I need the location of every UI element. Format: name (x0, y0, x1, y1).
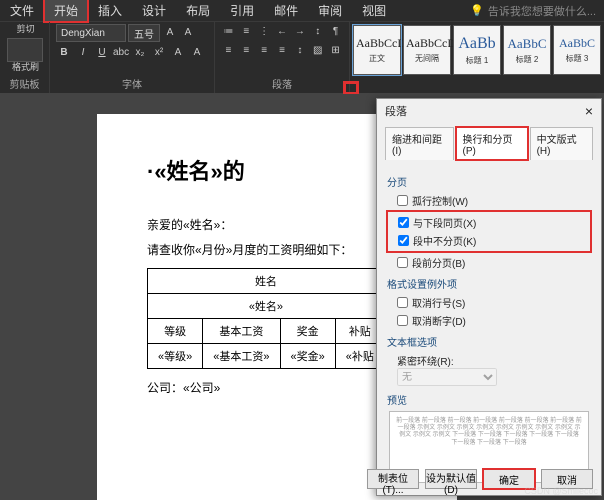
section-preview: 预览 (387, 392, 591, 407)
align-right-icon[interactable]: ≡ (257, 43, 272, 59)
align-left-icon[interactable]: ≡ (221, 43, 236, 59)
menu-insert[interactable]: 插入 (88, 0, 132, 22)
justify-icon[interactable]: ≡ (275, 43, 290, 59)
set-default-button[interactable]: 设为默认值(D) (425, 469, 477, 489)
font-label: 字体 (56, 74, 208, 93)
style-heading1[interactable]: AaBb标题 1 (453, 25, 501, 75)
menu-file[interactable]: 文件 (0, 0, 44, 22)
menu-bar: 文件 开始 插入 设计 布局 引用 邮件 审阅 视图 💡 告诉我您想要做什么..… (0, 0, 604, 22)
show-marks-icon[interactable]: ¶ (328, 24, 343, 40)
chk-widow-orphan[interactable]: 孤行控制(W) (397, 193, 591, 208)
strike-icon[interactable]: abc (113, 45, 129, 61)
paragraph-label: 段落 (221, 74, 343, 93)
section-textbox-options: 文本框选项 (387, 334, 591, 349)
indent-inc-icon[interactable]: → (292, 24, 307, 40)
doc-body[interactable]: 请查收你«月份»月度的工资明细如下： (147, 241, 407, 258)
font-group: A A B I U abc x₂ x² A A 字体 (50, 22, 215, 93)
clipboard-group: 剪切 格式刷 剪贴板 (0, 22, 50, 93)
doc-greeting[interactable]: 亲爱的«姓名»： (147, 216, 407, 233)
doc-company[interactable]: 公司：«公司» (147, 379, 407, 396)
font-color-icon[interactable]: A (189, 45, 205, 61)
format-painter-button[interactable]: 格式刷 (12, 62, 39, 74)
align-center-icon[interactable]: ≡ (239, 43, 254, 59)
menu-mailings[interactable]: 邮件 (264, 0, 308, 22)
menu-review[interactable]: 审阅 (308, 0, 352, 22)
tight-wrap-select[interactable]: 无 (397, 368, 497, 386)
chk-page-break-before[interactable]: 段前分页(B) (397, 255, 591, 270)
shading-icon[interactable]: ▨ (310, 43, 325, 59)
menu-home[interactable]: 开始 (44, 0, 88, 22)
clipboard-label: 剪贴板 (10, 74, 40, 93)
tab-asian-typography[interactable]: 中文版式(H) (530, 127, 593, 160)
tab-line-page-breaks[interactable]: 换行和分页(P) (456, 127, 528, 160)
chk-keep-with-next[interactable]: 与下段同页(X) (398, 215, 590, 230)
highlight-icon[interactable]: A (170, 45, 186, 61)
tab-indent-spacing[interactable]: 缩进和间距(I) (385, 127, 454, 160)
style-heading2[interactable]: AaBbC标题 2 (503, 25, 551, 75)
grow-font-icon[interactable]: A (162, 25, 178, 41)
menu-view[interactable]: 视图 (352, 0, 396, 22)
shrink-font-icon[interactable]: A (180, 25, 196, 41)
underline-icon[interactable]: U (94, 45, 110, 61)
style-heading3[interactable]: AaBbC标题 3 (553, 25, 601, 75)
chk-dont-hyphenate[interactable]: 取消断字(D) (397, 313, 591, 328)
numbering-icon[interactable]: ≡ (239, 24, 254, 40)
menu-design[interactable]: 设计 (132, 0, 176, 22)
borders-icon[interactable]: ⊞ (328, 43, 343, 59)
dialog-titlebar[interactable]: 段落 × (377, 99, 601, 123)
tabs-button[interactable]: 制表位(T)... (367, 469, 419, 489)
styles-group: AaBbCcDdI正文 AaBbCcDdI无间隔 AaBb标题 1 AaBbC标… (350, 22, 604, 93)
paragraph-dialog: 段落 × 缩进和间距(I) 换行和分页(P) 中文版式(H) 分页 孤行控制(W… (376, 98, 602, 496)
doc-title[interactable]: ·«姓名»的 (147, 154, 407, 186)
tight-wrap-label: 紧密环绕(R): (397, 353, 591, 368)
salary-table[interactable]: 姓名 «姓名» 等级基本工资奖金补贴 «等级»«基本工资»«奖金»«补贴 (147, 268, 385, 369)
font-name-input[interactable] (56, 24, 126, 42)
paragraph-dialog-launcher[interactable] (344, 82, 358, 94)
bullets-icon[interactable]: ≔ (221, 24, 236, 40)
multilevel-icon[interactable]: ⋮ (257, 24, 272, 40)
cut-button[interactable]: 剪切 (16, 24, 34, 36)
line-spacing-icon[interactable]: ↕ (292, 43, 307, 59)
tell-me-search[interactable]: 💡 告诉我您想要做什么... (462, 0, 604, 22)
menu-layout[interactable]: 布局 (176, 0, 220, 22)
style-normal[interactable]: AaBbCcDdI正文 (353, 25, 401, 75)
watermark: CSDN @Smilecoc (524, 486, 598, 496)
bold-icon[interactable]: B (56, 45, 72, 61)
menu-references[interactable]: 引用 (220, 0, 264, 22)
ribbon: 剪切 格式刷 剪贴板 A A B I U abc x₂ x² A A 字体 ≔ … (0, 22, 604, 94)
font-size-input[interactable] (128, 24, 160, 42)
section-format-exceptions: 格式设置例外项 (387, 276, 591, 291)
superscript-icon[interactable]: x² (151, 45, 167, 61)
dialog-title: 段落 (385, 103, 407, 119)
chk-keep-lines-together[interactable]: 段中不分页(K) (398, 233, 590, 248)
italic-icon[interactable]: I (75, 45, 91, 61)
indent-dec-icon[interactable]: ← (275, 24, 290, 40)
dialog-tabs: 缩进和间距(I) 换行和分页(P) 中文版式(H) (377, 123, 601, 160)
paragraph-group: ≔ ≡ ⋮ ← → ↕ ¶ ≡ ≡ ≡ ≡ ↕ ▨ ⊞ 段落 (215, 22, 350, 93)
chk-suppress-line-numbers[interactable]: 取消行号(S) (397, 295, 591, 310)
section-pagination: 分页 (387, 174, 591, 189)
paste-button[interactable] (7, 38, 43, 63)
dialog-body: 分页 孤行控制(W) 与下段同页(X) 段中不分页(K) 段前分页(B) 格式设… (377, 160, 601, 495)
style-no-spacing[interactable]: AaBbCcDdI无间隔 (403, 25, 451, 75)
lightbulb-icon: 💡 (470, 4, 484, 17)
subscript-icon[interactable]: x₂ (132, 45, 148, 61)
close-icon[interactable]: × (585, 103, 593, 119)
sort-icon[interactable]: ↕ (310, 24, 325, 40)
